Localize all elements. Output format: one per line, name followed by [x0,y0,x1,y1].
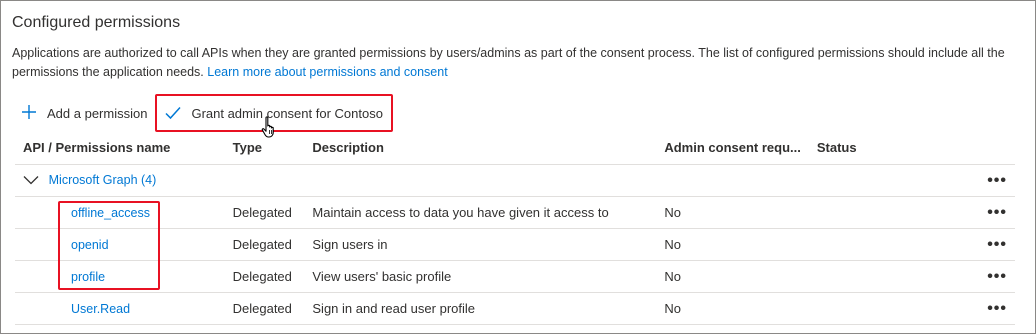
grant-admin-consent-label: Grant admin consent for Contoso [191,105,383,121]
section-description: Applications are authorized to call APIs… [12,44,1024,82]
permission-link[interactable]: User.Read [71,302,130,316]
status-value [808,228,974,261]
group-row-microsoft-graph[interactable]: Microsoft Graph (4) ••• [15,164,1015,197]
permission-name-cell: profile [15,260,225,293]
status-value [808,292,974,325]
section-title: Configured permissions [12,14,181,31]
grant-admin-consent-button[interactable]: Grant admin consent for Contoso [155,94,393,138]
chevron-down-icon[interactable] [23,173,39,188]
row-more-cell: ••• [973,196,1015,229]
row-more-cell: ••• [973,292,1015,325]
more-icon[interactable]: ••• [987,172,1007,188]
table-row: profile Delegated View users' basic prof… [15,260,1015,293]
permission-type: Delegated [224,228,305,261]
column-header-admin-consent[interactable]: Admin consent requ... [656,132,809,165]
permission-description: Sign users in [304,228,657,261]
status-value [808,196,974,229]
learn-more-link[interactable]: Learn more about permissions and consent [207,65,447,79]
group-cell: Microsoft Graph (4) [15,164,974,197]
admin-consent-value: No [656,292,809,325]
admin-consent-value: No [656,260,809,293]
column-header-description[interactable]: Description [304,132,657,165]
description-text: Applications are authorized to call APIs… [12,46,1005,79]
permission-type: Delegated [224,292,305,325]
more-icon[interactable]: ••• [987,204,1007,220]
permission-link[interactable]: offline_access [71,206,150,220]
column-header-actions [973,132,1015,165]
column-header-api[interactable]: API / Permissions name [15,132,225,165]
permissions-toolbar: Add a permission Grant admin consent for… [15,94,393,138]
admin-consent-value: No [656,196,809,229]
table-header-row: API / Permissions name Type Description … [15,132,1015,165]
status-value [808,260,974,293]
table-row: offline_access Delegated Maintain access… [15,196,1015,229]
more-icon[interactable]: ••• [987,268,1007,284]
table-row: openid Delegated Sign users in No ••• [15,228,1015,261]
add-permission-button[interactable]: Add a permission [15,95,155,131]
more-icon[interactable]: ••• [987,236,1007,252]
plus-icon [21,102,37,124]
permissions-table: API / Permissions name Type Description … [15,132,1015,325]
row-more-cell: ••• [973,260,1015,293]
admin-consent-value: No [656,228,809,261]
group-more-cell: ••• [973,164,1015,197]
permission-description: Maintain access to data you have given i… [304,196,657,229]
permission-name-cell: openid [15,228,225,261]
row-more-cell: ••• [973,228,1015,261]
column-header-type[interactable]: Type [224,132,305,165]
permission-description: Sign in and read user profile [304,292,657,325]
configured-permissions-panel: Configured permissions Applications are … [0,0,1036,334]
permission-link[interactable]: profile [71,270,105,284]
permission-name-cell: User.Read [15,292,225,325]
permission-type: Delegated [224,260,305,293]
permission-link[interactable]: openid [71,238,109,252]
permission-description: View users' basic profile [304,260,657,293]
permission-type: Delegated [224,196,305,229]
table-row: User.Read Delegated Sign in and read use… [15,292,1015,325]
checkmark-icon [165,106,182,120]
column-header-status[interactable]: Status [808,132,974,165]
add-permission-label: Add a permission [47,105,148,121]
more-icon[interactable]: ••• [987,300,1007,316]
group-label-microsoft-graph[interactable]: Microsoft Graph (4) [49,173,157,187]
permission-name-cell: offline_access [15,196,225,229]
